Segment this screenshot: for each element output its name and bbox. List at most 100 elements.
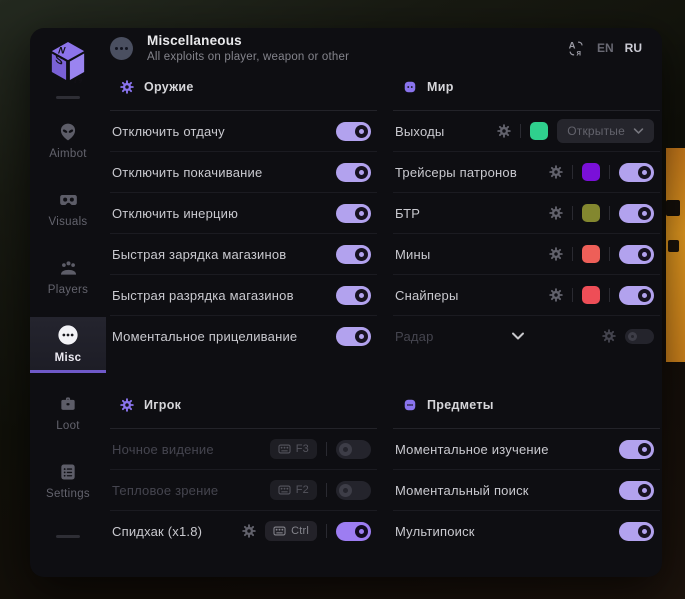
sidebar-item-players[interactable]: Players [30,249,106,305]
players-icon [58,258,79,278]
toggle-switch[interactable] [336,440,371,459]
gear-icon[interactable] [602,329,616,343]
toggle-switch[interactable] [619,481,654,500]
sidebar-item-misc[interactable]: Misc [30,317,106,373]
toggle-switch[interactable] [619,522,654,541]
box-icon [403,398,417,412]
section-title: Мир [427,80,454,94]
svg-text:я: я [576,48,581,57]
gear-icon[interactable] [549,206,563,220]
color-swatch[interactable] [582,163,600,181]
toggle-switch[interactable] [336,522,371,541]
keybind-badge[interactable]: F3 [270,439,317,459]
row-night-vision: Ночное видение F3 [110,429,377,469]
language-switch: A я EN RU [567,39,642,58]
ellipsis-circle-icon [57,324,79,346]
row-btr: БТР [393,192,660,233]
row-label: Мультипоиск [395,524,475,539]
globe-icon [403,80,417,94]
gear-icon[interactable] [549,247,563,261]
translate-icon: A я [567,39,586,58]
toggle-switch[interactable] [336,122,371,141]
sidebar-item-label: Players [48,284,88,296]
color-swatch[interactable] [582,204,600,222]
sg-cube-logo: N S G [49,38,87,86]
gear-icon [120,80,134,94]
section-weapon: Оружие Отключить отдачу Отключить покачи… [110,64,377,356]
ellipsis-circle-icon [110,37,133,60]
sidebar-item-settings[interactable]: Settings [30,453,106,509]
toggle-switch[interactable] [336,163,371,182]
row-multi-loot: Мультипоиск [393,510,660,551]
page-title: Miscellaneous [147,33,349,48]
row-mines: Мины [393,233,660,274]
row-instant-loot: Моментальный поиск [393,469,660,510]
gear-icon[interactable] [549,288,563,302]
row-label: Трейсеры патронов [395,165,517,180]
toggle-switch[interactable] [336,327,371,346]
sidebar-item-aimbot[interactable]: Aimbot [30,113,106,169]
toggle-switch[interactable] [619,204,654,223]
row-label: Отключить инерцию [112,206,238,221]
vr-goggles-icon [58,190,79,210]
lang-ru-button[interactable]: RU [625,41,642,55]
gear-icon[interactable] [549,165,563,179]
row-no-recoil: Отключить отдачу [110,111,377,151]
row-label: Ночное видение [112,442,214,457]
gear-icon[interactable] [497,124,511,138]
gear-icon [120,398,134,412]
row-label: Отключить отдачу [112,124,225,139]
color-swatch[interactable] [582,286,600,304]
row-label: Отключить покачивание [112,165,262,180]
toggle-switch[interactable] [336,286,371,305]
row-instant-aim: Моментальное прицеливание [110,315,377,356]
sidebar-item-label: Settings [46,488,90,500]
color-swatch[interactable] [582,245,600,263]
row-no-inertia: Отключить инерцию [110,192,377,233]
row-label: Снайперы [395,288,459,303]
row-exits: Выходы Открытые [393,111,660,151]
row-label: Тепловое зрение [112,483,218,498]
left-column: Оружие Отключить отдачу Отключить покачи… [110,64,377,577]
row-instant-research: Моментальное изучение [393,429,660,469]
toggle-switch[interactable] [336,204,371,223]
row-bullet-tracers: Трейсеры патронов [393,151,660,192]
row-label: Моментальное изучение [395,442,549,457]
settings-list-icon [58,462,78,482]
row-label: Радар [395,329,434,344]
sidebar-divider [56,535,80,538]
toggle-switch[interactable] [619,286,654,305]
sidebar: N S G Aimbot [30,28,106,577]
cheat-menu-window: N S G Aimbot [30,28,662,577]
keybind-badge[interactable]: F2 [270,480,317,500]
page-subtitle: All exploits on player, weapon or other [147,51,349,63]
color-swatch[interactable] [530,122,548,140]
toggle-switch[interactable] [619,440,654,459]
row-no-sway: Отключить покачивание [110,151,377,192]
row-speedhack: Спидхак (x1.8) Ctrl [110,510,377,551]
sidebar-item-label: Misc [55,352,82,364]
exits-dropdown[interactable]: Открытые [557,119,654,143]
row-label: Моментальный поиск [395,483,529,498]
sidebar-item-label: Aimbot [49,148,87,160]
toggle-switch[interactable] [625,329,654,344]
toggle-switch[interactable] [619,163,654,182]
right-column: Мир Выходы Открытые [393,64,660,577]
row-thermal-vision: Тепловое зрение F2 [110,469,377,510]
chevron-down-icon [633,126,644,136]
sidebar-item-visuals[interactable]: Visuals [30,181,106,237]
toggle-switch[interactable] [336,481,371,500]
row-fast-unload: Быстрая разрядка магазинов [110,274,377,315]
toggle-switch[interactable] [619,245,654,264]
row-label: Быстрая разрядка магазинов [112,288,294,303]
lang-en-button[interactable]: EN [597,41,614,55]
row-label: БТР [395,206,420,221]
keybind-badge[interactable]: Ctrl [265,521,317,541]
toggle-switch[interactable] [336,245,371,264]
svg-text:A: A [569,40,576,51]
sidebar-item-loot[interactable]: Loot [30,385,106,441]
gear-icon[interactable] [242,524,256,538]
section-world: Мир Выходы Открытые [393,64,660,356]
row-label: Моментальное прицеливание [112,329,297,344]
chevron-down-icon[interactable] [511,330,525,342]
